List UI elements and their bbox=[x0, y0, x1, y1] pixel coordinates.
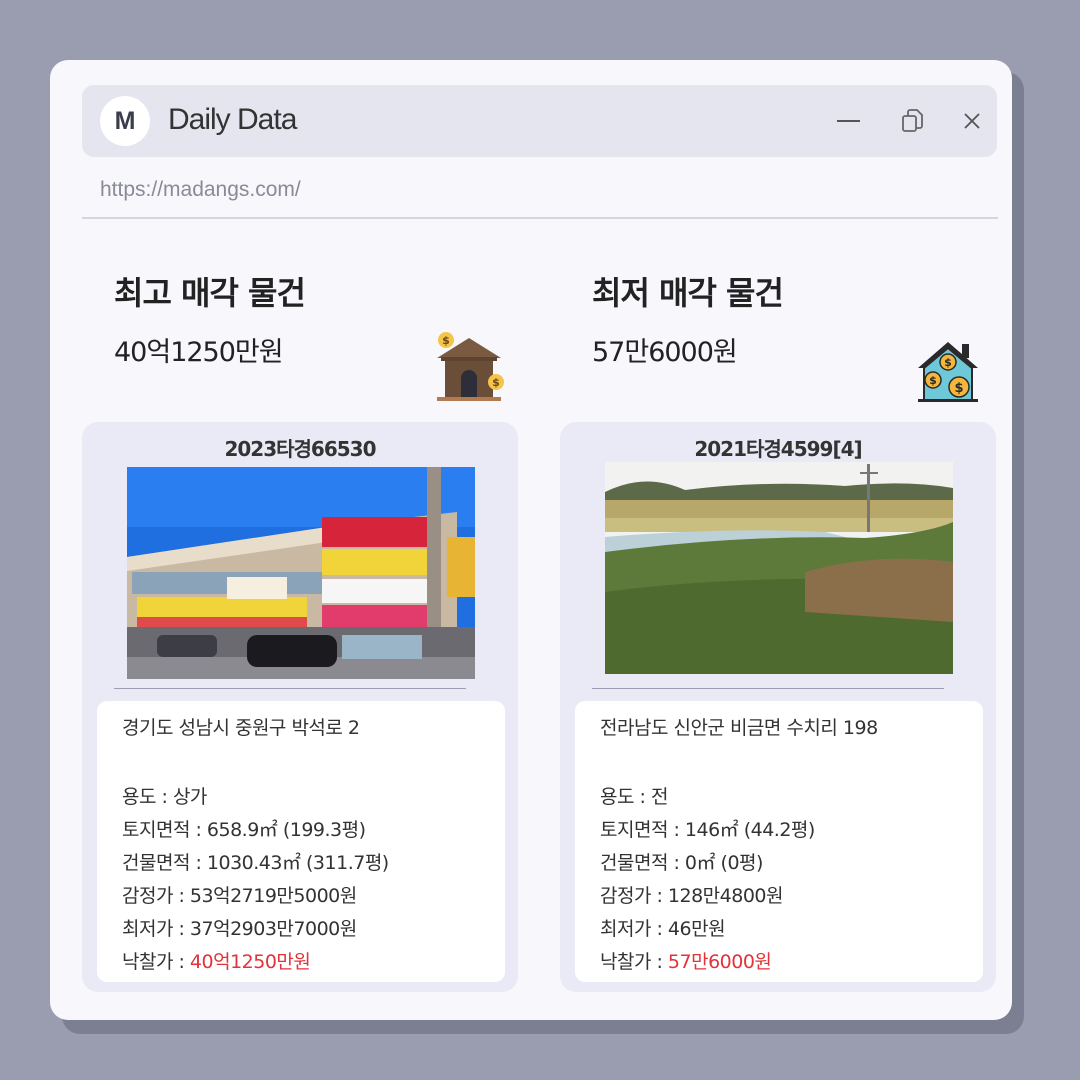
highest-property-card[interactable]: 2023타경66530 경기도 성남시 중원구 박석로 2 용도: 상가 토지… bbox=[82, 422, 518, 992]
svg-text:$: $ bbox=[442, 334, 450, 347]
detail-usage: 용도 : 상가 bbox=[122, 786, 207, 808]
lowest-property-card[interactable]: 2021타경4599[4] 전라남도 신안군 비금면 수치리 198 용도 : … bbox=[560, 422, 996, 992]
detail-building-area: 건물면적 : 1030.43㎡ (311.7평) bbox=[122, 852, 389, 874]
property-photo bbox=[605, 462, 953, 674]
close-button[interactable] bbox=[958, 107, 986, 135]
duplicate-button[interactable] bbox=[898, 107, 926, 135]
property-photo bbox=[127, 467, 475, 679]
detail-winning-bid: 낙찰가 : 57만6000원 bbox=[600, 951, 772, 973]
url-text[interactable]: https://madangs.com/ bbox=[100, 178, 301, 202]
detail-land-area: 토지면적 : 658.9㎡ (199.3평) bbox=[122, 819, 366, 841]
house-money-icon: $ $ bbox=[433, 332, 505, 408]
property-info: 전라남도 신안군 비금면 수치리 198 용도 : 전 토지면적 : 146㎡ … bbox=[575, 701, 983, 982]
svg-text:$: $ bbox=[929, 374, 937, 387]
property-details: 용도 : 상가 토지면적 : 658.9㎡ (199.3평) 건물면적 : 10… bbox=[122, 781, 389, 979]
lowest-heading: 최저 매각 물건 bbox=[592, 274, 784, 312]
highest-amount: 40억1250만원 bbox=[114, 337, 284, 368]
lowest-header: 최저 매각 물건 57만6000원 bbox=[592, 268, 784, 369]
duplicate-icon bbox=[902, 109, 923, 132]
detail-winning-bid: 낙찰가 : 40억1250만원 bbox=[122, 951, 311, 973]
detail-minimum-price: 최저가 : 37억2903만7000원 bbox=[122, 918, 357, 940]
detail-usage: 용도 : 전 bbox=[600, 786, 668, 808]
close-icon bbox=[964, 113, 980, 129]
card-divider bbox=[114, 688, 466, 689]
detail-land-area: 토지면적 : 146㎡ (44.2평) bbox=[600, 819, 815, 841]
minimize-button[interactable] bbox=[834, 107, 862, 135]
svg-text:$: $ bbox=[944, 356, 952, 369]
minimize-icon bbox=[837, 120, 860, 122]
highest-heading: 최고 매각 물건 bbox=[114, 274, 306, 312]
app-window: M Daily Data https://madangs.com/ 최고 매각 … bbox=[50, 60, 1012, 1020]
app-title: Daily Data bbox=[168, 103, 297, 136]
property-address: 전라남도 신안군 비금면 수치리 198 bbox=[600, 717, 878, 739]
detail-minimum-price: 최저가 : 46만원 bbox=[600, 918, 726, 940]
lowest-amount: 57만6000원 bbox=[592, 337, 738, 368]
title-bar: M Daily Data bbox=[82, 85, 997, 157]
case-number: 2023타경66530 bbox=[224, 437, 376, 461]
property-address: 경기도 성남시 중원구 박석로 2 bbox=[122, 717, 360, 739]
case-number: 2021타경4599[4] bbox=[694, 437, 862, 461]
highest-header: 최고 매각 물건 40억1250만원 bbox=[114, 268, 306, 369]
detail-building-area: 건물면적 : 0㎡ (0평) bbox=[600, 852, 763, 874]
app-avatar: M bbox=[100, 96, 150, 146]
house-coins-icon: $ $ $ bbox=[916, 338, 980, 408]
url-divider bbox=[82, 217, 998, 219]
property-info: 경기도 성남시 중원구 박석로 2 용도 : 상가 토지면적 : 658.9㎡ … bbox=[97, 701, 505, 982]
svg-text:$: $ bbox=[954, 381, 963, 396]
svg-text:$: $ bbox=[492, 376, 500, 389]
detail-appraisal-price: 감정가 : 128만4800원 bbox=[600, 885, 784, 907]
property-details: 용도 : 전 토지면적 : 146㎡ (44.2평) 건물면적 : 0㎡ (0평… bbox=[600, 781, 815, 979]
detail-appraisal-price: 감정가 : 53억2719만5000원 bbox=[122, 885, 357, 907]
card-divider bbox=[592, 688, 944, 689]
